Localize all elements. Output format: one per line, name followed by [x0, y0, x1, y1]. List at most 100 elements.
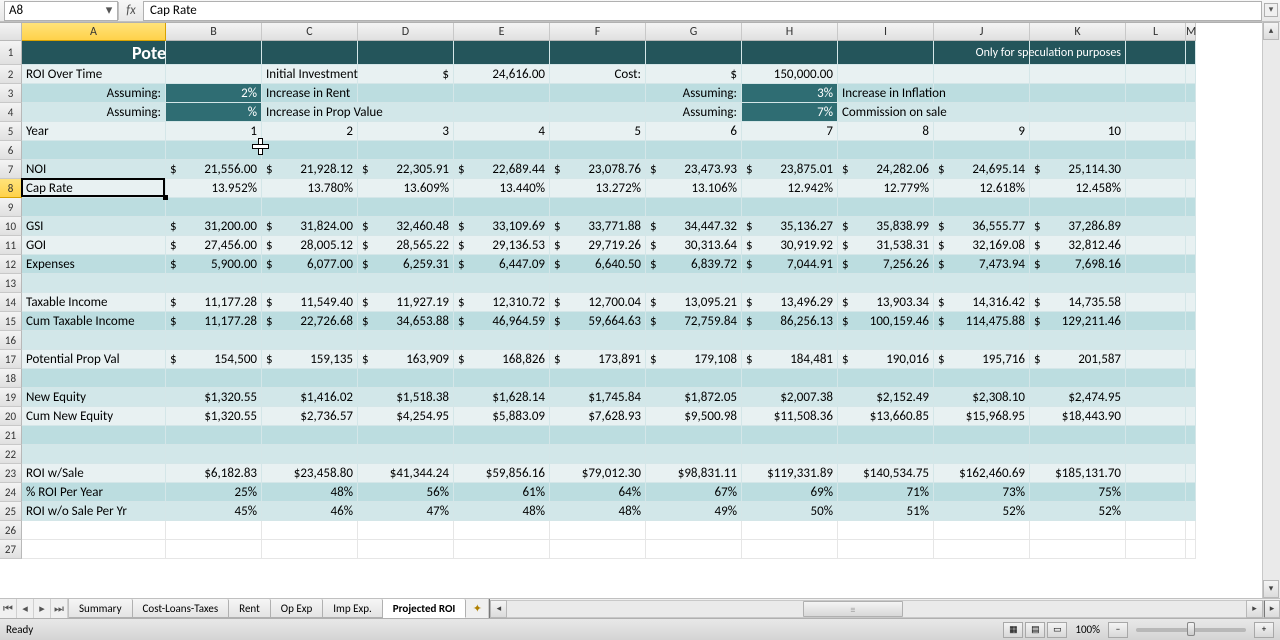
cell-J22[interactable]	[934, 445, 1030, 464]
cell-C8[interactable]: 13.780%	[262, 179, 358, 198]
cell-F22[interactable]	[550, 445, 646, 464]
cell-L6[interactable]	[1126, 141, 1186, 160]
cell-H18[interactable]	[742, 369, 838, 388]
cell-K27[interactable]	[1030, 540, 1126, 559]
cell-C15[interactable]: $22,726.68	[262, 312, 358, 331]
cell-J16[interactable]	[934, 331, 1030, 350]
cell-C18[interactable]	[262, 369, 358, 388]
cell-L2[interactable]	[1126, 65, 1186, 84]
cell-L24[interactable]	[1126, 483, 1186, 502]
tab-next-button[interactable]: ▸	[34, 599, 51, 618]
cell-G18[interactable]	[646, 369, 742, 388]
cell-K13[interactable]	[1030, 274, 1126, 293]
cell-L4[interactable]	[1126, 103, 1186, 122]
cell-A8[interactable]: Cap Rate	[22, 179, 166, 198]
cell-A7[interactable]: NOI	[22, 160, 166, 179]
cell-D27[interactable]	[358, 540, 454, 559]
cell-F19[interactable]: $1,745.84	[550, 388, 646, 407]
cell-B12[interactable]: $5,900.00	[166, 255, 262, 274]
cell-J4[interactable]	[934, 103, 1030, 122]
cell-A3[interactable]: Assuming:	[22, 84, 166, 103]
cell-C4[interactable]: Increase in Prop Value	[262, 103, 358, 122]
cell-L17[interactable]	[1126, 350, 1186, 369]
cell-C27[interactable]	[262, 540, 358, 559]
cell-H5[interactable]: 7	[742, 122, 838, 141]
cell-D26[interactable]	[358, 521, 454, 540]
cell-H26[interactable]	[742, 521, 838, 540]
cell-F5[interactable]: 5	[550, 122, 646, 141]
cell-B4[interactable]: %	[166, 103, 262, 122]
cell-L27[interactable]	[1126, 540, 1186, 559]
cell-K7[interactable]: $25,114.30	[1030, 160, 1126, 179]
cell-G13[interactable]	[646, 274, 742, 293]
cell-J25[interactable]: 52%	[934, 502, 1030, 521]
cell-K26[interactable]	[1030, 521, 1126, 540]
cell-G15[interactable]: $72,759.84	[646, 312, 742, 331]
cell-K21[interactable]	[1030, 426, 1126, 445]
cell-G5[interactable]: 6	[646, 122, 742, 141]
zoom-slider[interactable]	[1136, 628, 1246, 632]
row-header-2[interactable]: 2	[0, 65, 22, 84]
scroll-right-button[interactable]: ▸	[1246, 600, 1263, 618]
cell-D2[interactable]: $	[358, 65, 454, 84]
cell-M8[interactable]	[1186, 179, 1196, 198]
cell-M23[interactable]	[1186, 464, 1196, 483]
column-header-C[interactable]: C	[262, 23, 358, 41]
cell-I11[interactable]: $31,538.31	[838, 236, 934, 255]
cell-D12[interactable]: $6,259.31	[358, 255, 454, 274]
cell-A24[interactable]: % ROI Per Year	[22, 483, 166, 502]
cell-J2[interactable]	[934, 65, 1030, 84]
cell-I19[interactable]: $2,152.49	[838, 388, 934, 407]
cell-C19[interactable]: $1,416.02	[262, 388, 358, 407]
row-header-26[interactable]: 26	[0, 521, 22, 540]
cell-C17[interactable]: $159,135	[262, 350, 358, 369]
cell-D19[interactable]: $1,518.38	[358, 388, 454, 407]
cell-F14[interactable]: $12,700.04	[550, 293, 646, 312]
cell-E12[interactable]: $6,447.09	[454, 255, 550, 274]
cell-E23[interactable]: $59,856.16	[454, 464, 550, 483]
cell-F11[interactable]: $29,719.26	[550, 236, 646, 255]
cell-I10[interactable]: $35,838.99	[838, 217, 934, 236]
cell-B8[interactable]: 13.952%	[166, 179, 262, 198]
cell-I9[interactable]	[838, 198, 934, 217]
row-header-21[interactable]: 21	[0, 426, 22, 445]
cell-F24[interactable]: 64%	[550, 483, 646, 502]
column-header-H[interactable]: H	[742, 23, 838, 41]
cell-C23[interactable]: $23,458.80	[262, 464, 358, 483]
cell-A16[interactable]	[22, 331, 166, 350]
cell-K25[interactable]: 52%	[1030, 502, 1126, 521]
cell-D7[interactable]: $22,305.91	[358, 160, 454, 179]
view-page-layout-button[interactable]: ▤	[1025, 622, 1045, 638]
cell-D14[interactable]: $11,927.19	[358, 293, 454, 312]
cell-E17[interactable]: $168,826	[454, 350, 550, 369]
cell-E3[interactable]	[454, 84, 550, 103]
cell-E9[interactable]	[454, 198, 550, 217]
cell-I2[interactable]	[838, 65, 934, 84]
cell-B22[interactable]	[166, 445, 262, 464]
cell-A17[interactable]: Potential Prop Val	[22, 350, 166, 369]
row-header-16[interactable]: 16	[0, 331, 22, 350]
row-header-15[interactable]: 15	[0, 312, 22, 331]
formula-expand-button[interactable]: ▾	[1264, 3, 1278, 17]
cell-F27[interactable]	[550, 540, 646, 559]
row-header-27[interactable]: 27	[0, 540, 22, 559]
cell-G6[interactable]	[646, 141, 742, 160]
cell-I18[interactable]	[838, 369, 934, 388]
cell-D10[interactable]: $32,460.48	[358, 217, 454, 236]
cell-C16[interactable]	[262, 331, 358, 350]
cell-B5[interactable]: 1	[166, 122, 262, 141]
cell-K11[interactable]: $32,812.46	[1030, 236, 1126, 255]
cell-A12[interactable]: Expenses	[22, 255, 166, 274]
cell-J27[interactable]	[934, 540, 1030, 559]
cell-D8[interactable]: 13.609%	[358, 179, 454, 198]
cell-A21[interactable]	[22, 426, 166, 445]
view-page-break-button[interactable]: ▭	[1047, 622, 1067, 638]
view-normal-button[interactable]: ▦	[1003, 622, 1023, 638]
sheet-tab-cost-loans-taxes[interactable]: Cost-Loans-Taxes	[133, 599, 230, 618]
row-header-10[interactable]: 10	[0, 217, 22, 236]
cell-B16[interactable]	[166, 331, 262, 350]
cell-G19[interactable]: $1,872.05	[646, 388, 742, 407]
cell-F23[interactable]: $79,012.30	[550, 464, 646, 483]
cell-I27[interactable]	[838, 540, 934, 559]
cell-H27[interactable]	[742, 540, 838, 559]
